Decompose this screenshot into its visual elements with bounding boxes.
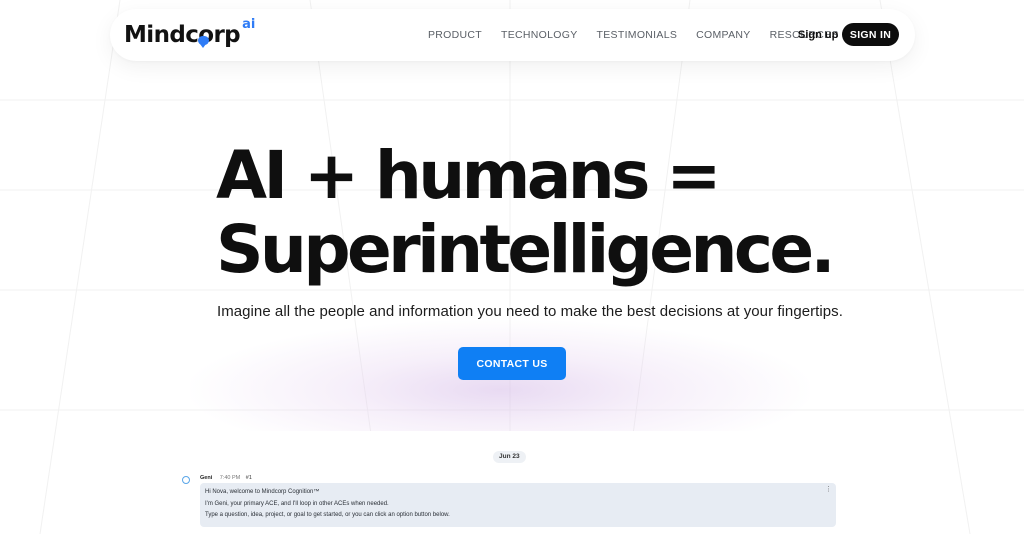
chat-preview: Jun 23 Geni 7:40 PM #1 Hi Nova, welcome … xyxy=(176,431,848,534)
hero-headline-line-1: AI + humans = xyxy=(216,137,722,214)
more-vertical-icon[interactable]: ⋮ xyxy=(825,485,832,493)
brand-suffix: ai xyxy=(242,17,256,32)
brand-name: Mindcorp xyxy=(124,22,241,48)
message-line: Type a question, idea, project, or goal … xyxy=(205,512,450,518)
contact-us-button[interactable]: CONTACT US xyxy=(458,347,566,380)
message-line: I'm Geni, your primary ACE, and I'll loo… xyxy=(205,500,389,507)
nav-item-product[interactable]: PRODUCT xyxy=(428,29,482,41)
hero-headline-line-2: Superintelligence. xyxy=(216,211,836,288)
bot-avatar-icon xyxy=(182,476,190,484)
message-meta: Geni 7:40 PM #1 xyxy=(200,475,252,481)
chat-bubble-icon xyxy=(198,36,209,48)
message-line: Hi Nova, welcome to Mindcorp Cognition™ xyxy=(205,489,320,495)
message-time: 7:40 PM xyxy=(219,475,241,481)
date-divider: Jun 23 xyxy=(493,451,526,463)
nav-item-company[interactable]: COMPANY xyxy=(696,29,750,41)
brand-logo[interactable]: Mindcorp ai xyxy=(124,17,255,53)
nav-item-testimonials[interactable]: TESTIMONIALS xyxy=(597,29,678,41)
message-number: #1 xyxy=(245,475,252,481)
top-navbar: Mindcorp ai PRODUCT TECHNOLOGY TESTIMONI… xyxy=(110,9,915,61)
sign-up-link[interactable]: Sign up xyxy=(798,9,838,61)
message-bubble: Hi Nova, welcome to Mindcorp Cognition™ … xyxy=(200,483,836,527)
sign-in-button[interactable]: SIGN IN xyxy=(842,23,899,46)
hero-subtitle: Imagine all the people and information y… xyxy=(217,303,843,320)
nav-item-technology[interactable]: TECHNOLOGY xyxy=(501,29,578,41)
nav-links: PRODUCT TECHNOLOGY TESTIMONIALS COMPANY … xyxy=(428,9,858,61)
landing-page: Mindcorp ai PRODUCT TECHNOLOGY TESTIMONI… xyxy=(0,0,1024,534)
sender-name: Geni xyxy=(200,475,213,481)
